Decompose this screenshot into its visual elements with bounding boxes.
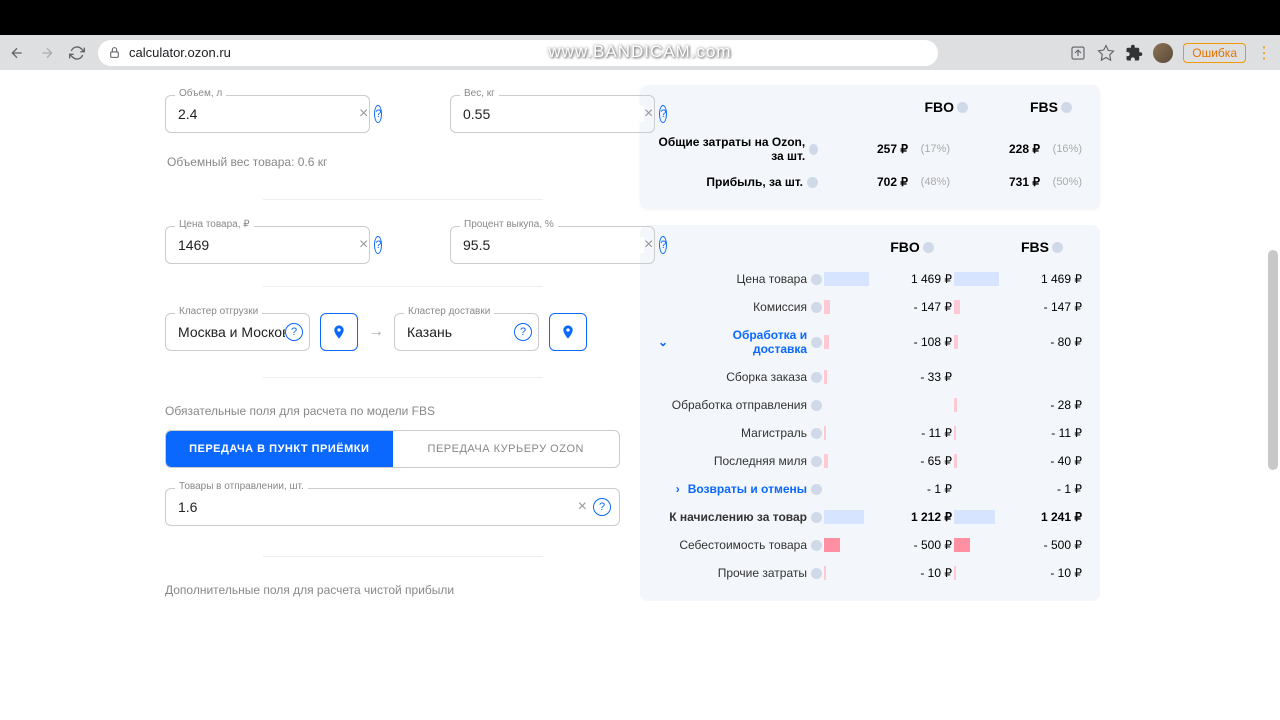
optional-label: Дополнительные поля для расчета чистой п…	[165, 583, 640, 597]
info-icon[interactable]	[811, 456, 822, 467]
info-icon[interactable]	[811, 484, 822, 495]
forward-button[interactable]	[38, 44, 56, 62]
menu-icon[interactable]: ⋮	[1256, 43, 1272, 63]
info-icon[interactable]	[811, 400, 822, 411]
extensions-icon[interactable]	[1125, 44, 1143, 62]
help-icon[interactable]: ?	[514, 323, 532, 341]
ship-cluster-input[interactable]	[178, 324, 285, 340]
clear-icon[interactable]: ×	[359, 236, 368, 254]
table-row: ›Возвраты и отмены- 1 ₽- 1 ₽	[640, 475, 1100, 503]
browser-toolbar: calculator.ozon.ru Ошибка ⋮	[0, 35, 1280, 70]
breakdown-table: FBO FBS Цена товара1 469 ₽1 469 ₽Комисси…	[640, 225, 1100, 601]
info-icon[interactable]	[807, 177, 818, 188]
weight-input[interactable]	[463, 106, 644, 122]
weight-field: Вес, кг ×?	[450, 95, 655, 133]
help-icon[interactable]: ?	[285, 323, 303, 341]
fbs-required-label: Обязательные поля для расчета по модели …	[165, 404, 640, 418]
info-icon[interactable]	[957, 102, 968, 113]
clear-icon[interactable]: ×	[359, 105, 368, 123]
table-row: ⌄Обработка и доставка- 108 ₽- 80 ₽	[640, 321, 1100, 363]
info-icon[interactable]	[811, 274, 822, 285]
share-icon[interactable]	[1069, 44, 1087, 62]
help-icon[interactable]: ?	[374, 105, 382, 123]
table-row: Обработка отправления- 28 ₽	[640, 391, 1100, 419]
info-icon[interactable]	[1052, 242, 1063, 253]
summary-card: FBO FBS Общие затраты на Ozon, за шт.257…	[640, 85, 1100, 209]
table-row: Прочие затраты- 10 ₽- 10 ₽	[640, 559, 1100, 587]
error-badge[interactable]: Ошибка	[1183, 43, 1246, 63]
price-field: Цена товара, ₽ ×?	[165, 226, 370, 264]
volumetric-hint: Объемный вес товара: 0.6 кг	[167, 155, 640, 169]
url-text: calculator.ozon.ru	[129, 45, 231, 60]
table-row: Последняя миля- 65 ₽- 40 ₽	[640, 447, 1100, 475]
avatar[interactable]	[1153, 43, 1173, 63]
scrollbar[interactable]	[1268, 250, 1278, 470]
arrow-icon: →	[368, 323, 384, 341]
info-icon[interactable]	[809, 144, 818, 155]
items-input[interactable]	[178, 499, 578, 515]
deliver-cluster-field: Кластер доставки ?	[394, 313, 539, 351]
back-button[interactable]	[8, 44, 26, 62]
table-row: Цена товара1 469 ₽1 469 ₽	[640, 265, 1100, 293]
pin-button[interactable]	[549, 313, 587, 351]
ship-cluster-field: Кластер отгрузки ?	[165, 313, 310, 351]
clear-icon[interactable]: ×	[644, 236, 653, 254]
summary-row: Общие затраты на Ozon, за шт.257 ₽(17%)2…	[658, 129, 1082, 169]
info-icon[interactable]	[811, 337, 822, 348]
buyout-field: Процент выкупа, % ×?	[450, 226, 655, 264]
delivery-tabs: ПЕРЕДАЧА В ПУНКТ ПРИЁМКИ ПЕРЕДАЧА КУРЬЕР…	[165, 430, 620, 468]
info-icon[interactable]	[1061, 102, 1072, 113]
info-icon[interactable]	[811, 568, 822, 579]
info-icon[interactable]	[811, 372, 822, 383]
clear-icon[interactable]: ×	[644, 105, 653, 123]
address-bar[interactable]: calculator.ozon.ru	[98, 40, 938, 66]
deliver-cluster-input[interactable]	[407, 324, 514, 340]
items-field: Товары в отправлении, шт. ×?	[165, 488, 620, 526]
table-row: Магистраль- 11 ₽- 11 ₽	[640, 419, 1100, 447]
tab-courier[interactable]: ПЕРЕДАЧА КУРЬЕРУ OZON	[393, 431, 620, 467]
lock-icon	[108, 46, 121, 59]
volume-input[interactable]	[178, 106, 359, 122]
tab-pickup[interactable]: ПЕРЕДАЧА В ПУНКТ ПРИЁМКИ	[166, 431, 393, 467]
volume-field: Объем, л ×?	[165, 95, 370, 133]
info-icon[interactable]	[811, 540, 822, 551]
buyout-input[interactable]	[463, 237, 644, 253]
price-input[interactable]	[178, 237, 359, 253]
help-icon[interactable]: ?	[593, 498, 611, 516]
table-row: К начислению за товар1 212 ₽1 241 ₽	[640, 503, 1100, 531]
info-icon[interactable]	[811, 428, 822, 439]
table-row: Себестоимость товара- 500 ₽- 500 ₽	[640, 531, 1100, 559]
pin-button[interactable]	[320, 313, 358, 351]
info-icon[interactable]	[811, 512, 822, 523]
star-icon[interactable]	[1097, 44, 1115, 62]
reload-button[interactable]	[68, 44, 86, 62]
info-icon[interactable]	[923, 242, 934, 253]
table-row: Комиссия- 147 ₽- 147 ₽	[640, 293, 1100, 321]
clear-icon[interactable]: ×	[578, 498, 587, 516]
table-row: Сборка заказа- 33 ₽	[640, 363, 1100, 391]
summary-row: Прибыль, за шт.702 ₽(48%)731 ₽(50%)	[658, 169, 1082, 195]
help-icon[interactable]: ?	[374, 236, 382, 254]
page-content: Объем, л ×? Вес, кг ×? Объемный вес това…	[0, 70, 1280, 720]
info-icon[interactable]	[811, 302, 822, 313]
